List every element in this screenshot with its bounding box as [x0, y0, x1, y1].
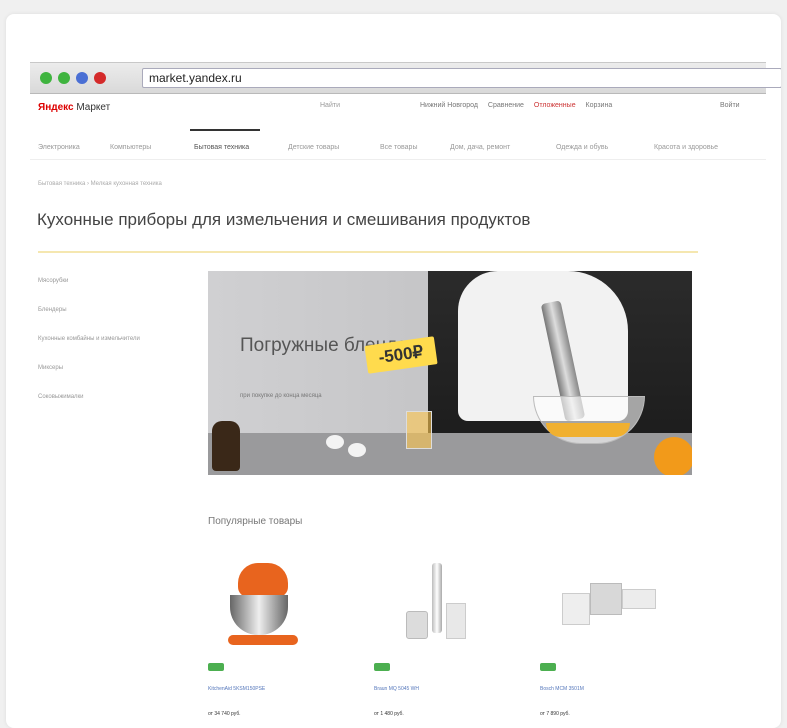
breadcrumb[interactable]: Бытовая техника › Мелкая кухонная техник… — [38, 181, 162, 187]
window-dot-icon[interactable] — [76, 72, 88, 84]
product-card[interactable]: KitchenAid 5KSM150PSE от 34 740 руб. — [208, 563, 328, 723]
window-dot-icon[interactable] — [58, 72, 70, 84]
nav-tab-appliances[interactable]: Бытовая техника — [194, 144, 249, 151]
rating-badge — [208, 663, 224, 671]
mixer-bowl-image — [230, 595, 288, 635]
glass-image — [406, 411, 432, 449]
banner-subtitle: при покупке до конца месяца — [240, 393, 322, 399]
header-links: Нижний Новгород Сравнение Отложенные Кор… — [420, 102, 620, 109]
cart-link[interactable]: Корзина — [586, 102, 613, 109]
product-name[interactable]: Braun MQ 5045 WH — [374, 686, 419, 692]
yandex-market-page: Яндекс Маркет Найти Нижний Новгород Срав… — [30, 93, 766, 728]
sidebar: Мясорубки Блендеры Кухонные комбайны и и… — [38, 278, 140, 423]
title-divider — [38, 251, 698, 253]
window-dot-icon[interactable] — [94, 72, 106, 84]
sidebar-item-juicers[interactable]: Соковыжималки — [38, 394, 140, 423]
compare-link[interactable]: Сравнение — [488, 102, 524, 109]
product-price: от 34 740 руб. — [208, 711, 241, 717]
search-button[interactable]: Найти — [320, 102, 340, 109]
product-price: от 7 890 руб. — [540, 711, 570, 717]
nav-tab-computers[interactable]: Компьютеры — [110, 144, 151, 151]
product-card[interactable]: Bosch MCM 3501M от 7 890 руб. — [540, 563, 660, 723]
nav-tab-home[interactable]: Дом, дача, ремонт — [450, 144, 510, 151]
nav-tab-all[interactable]: Все товары — [380, 144, 418, 151]
sidebar-item-blenders[interactable]: Блендеры — [38, 307, 140, 336]
page-title: Кухонные приборы для измельчения и смеши… — [37, 210, 531, 230]
chopper-image — [406, 611, 428, 639]
popular-heading: Популярные товары — [208, 516, 303, 527]
logo-product: Маркет — [76, 102, 111, 113]
active-tab-indicator — [190, 129, 260, 131]
sidebar-item-mixers[interactable]: Миксеры — [38, 365, 140, 394]
product-card[interactable]: Braun MQ 5045 WH от 1 480 руб. — [374, 563, 494, 723]
bowl-contents — [546, 423, 630, 437]
food-processor-bowl-image — [562, 593, 590, 625]
food-processor-attachment-image — [622, 589, 656, 609]
orange-image — [654, 437, 692, 475]
logo-brand: Яндекс — [38, 102, 74, 113]
favorites-link[interactable]: Отложенные — [534, 102, 576, 109]
nav-tab-electronics[interactable]: Электроника — [38, 144, 80, 151]
address-bar[interactable]: market.yandex.ru — [142, 68, 781, 88]
pepper-grinder-image — [212, 421, 240, 471]
site-logo[interactable]: Яндекс Маркет — [38, 102, 110, 113]
product-price: от 1 480 руб. — [374, 711, 404, 717]
mixer-base-image — [228, 635, 298, 645]
product-name[interactable]: Bosch MCM 3501M — [540, 686, 584, 692]
hand-blender-image — [432, 563, 442, 633]
window-dot-icon[interactable] — [40, 72, 52, 84]
blender-cup-image — [446, 603, 466, 639]
rating-badge — [540, 663, 556, 671]
browser-toolbar: market.yandex.ru — [30, 62, 781, 94]
sidebar-item-meat-grinders[interactable]: Мясорубки — [38, 278, 140, 307]
category-nav: Электроника Компьютеры Бытовая техника Д… — [30, 137, 766, 160]
nav-tab-kids[interactable]: Детские товары — [288, 144, 339, 151]
site-header: Яндекс Маркет Найти Нижний Новгород Срав… — [30, 93, 766, 123]
rating-badge — [374, 663, 390, 671]
egg-image — [326, 435, 344, 449]
stand-mixer-image — [238, 563, 288, 597]
food-processor-image — [590, 583, 622, 615]
screenshot-card: market.yandex.ru Яндекс Маркет Найти Ниж… — [6, 14, 781, 728]
product-name[interactable]: KitchenAid 5KSM150PSE — [208, 686, 265, 692]
login-link[interactable]: Войти — [720, 102, 740, 109]
promo-banner[interactable]: Погружные блендеры при покупке до конца … — [208, 271, 692, 475]
sidebar-item-food-processors[interactable]: Кухонные комбайны и измельчители — [38, 336, 140, 365]
nav-tab-beauty[interactable]: Красота и здоровье — [654, 144, 718, 151]
egg-image — [348, 443, 366, 457]
region-link[interactable]: Нижний Новгород — [420, 102, 478, 109]
banner-counter — [208, 433, 692, 475]
nav-tab-clothing[interactable]: Одежда и обувь — [556, 144, 608, 151]
